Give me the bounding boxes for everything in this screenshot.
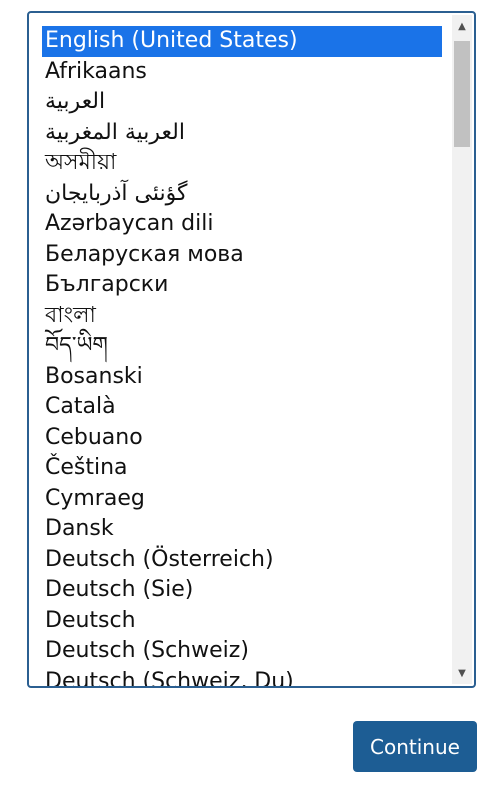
scroll-thumb[interactable] — [454, 41, 470, 147]
language-option[interactable]: Deutsch (Schweiz, Du) — [42, 667, 442, 687]
language-listbox[interactable]: English (United States) Afrikaans العربية ا… — [27, 11, 476, 688]
language-option[interactable]: Беларуская мова — [42, 240, 442, 271]
language-option[interactable]: Català — [42, 392, 442, 423]
language-option[interactable]: বাংলা — [42, 301, 442, 332]
language-option[interactable]: Deutsch (Schweiz) — [42, 636, 442, 667]
continue-button[interactable]: Continue — [353, 721, 477, 772]
language-option[interactable]: العربية — [42, 87, 442, 118]
language-option[interactable]: Afrikaans — [42, 57, 442, 88]
language-options: English (United States) Afrikaans العربية ا… — [42, 26, 442, 687]
language-option[interactable]: Bosanski — [42, 362, 442, 393]
language-option[interactable]: Cebuano — [42, 423, 442, 454]
language-option[interactable]: گؤنئی آذربایجان — [42, 179, 442, 210]
language-option[interactable]: བོད་ཡིག — [42, 331, 442, 362]
language-option[interactable]: English (United States) — [42, 26, 442, 57]
language-option[interactable]: Deutsch — [42, 606, 442, 637]
language-option[interactable]: Čeština — [42, 453, 442, 484]
language-option[interactable]: অসমীয়া — [42, 148, 442, 179]
language-option[interactable]: Azərbaycan dili — [42, 209, 442, 240]
language-option[interactable]: Cymraeg — [42, 484, 442, 515]
language-option[interactable]: Deutsch (Sie) — [42, 575, 442, 606]
scroll-up-icon[interactable]: ▲ — [452, 15, 472, 37]
scrollbar[interactable]: ▲ ▼ — [452, 15, 472, 684]
scroll-down-icon[interactable]: ▼ — [452, 662, 472, 684]
language-option[interactable]: Dansk — [42, 514, 442, 545]
language-option[interactable]: Български — [42, 270, 442, 301]
language-option[interactable]: Deutsch (Österreich) — [42, 545, 442, 576]
language-option[interactable]: العربية المغربية — [42, 118, 442, 149]
